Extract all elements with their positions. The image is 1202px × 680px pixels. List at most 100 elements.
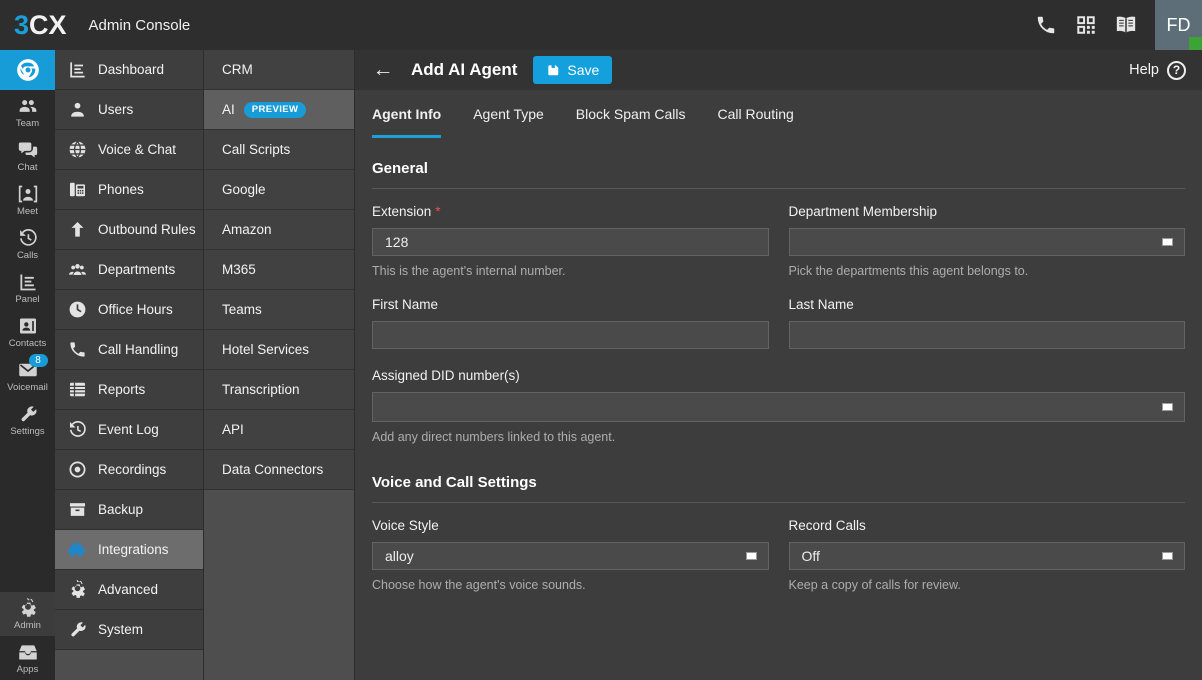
sidebar-item-recordings[interactable]: Recordings xyxy=(55,450,203,490)
submenu-item-label: API xyxy=(222,422,244,437)
rail-item-team[interactable]: Team xyxy=(0,90,55,134)
rail-item-admin-console[interactable] xyxy=(0,50,55,90)
sidebar-item-reports[interactable]: Reports xyxy=(55,370,203,410)
voice-style-select[interactable]: alloy xyxy=(372,542,769,570)
submenu-item-label: Data Connectors xyxy=(222,462,323,477)
submenu-item-hotel-services[interactable]: Hotel Services xyxy=(204,330,354,370)
submenu-item-crm[interactable]: CRM xyxy=(204,50,354,90)
chat-icon xyxy=(18,140,38,160)
submenu-item-m365[interactable]: M365 xyxy=(204,250,354,290)
record-calls-helper: Keep a copy of calls for review. xyxy=(789,578,1186,592)
save-button[interactable]: Save xyxy=(533,56,612,84)
rail-item-label: Chat xyxy=(17,162,37,173)
assigned-did-helper: Add any direct numbers linked to this ag… xyxy=(372,430,1185,444)
tab-bar: Agent Info Agent Type Block Spam Calls C… xyxy=(355,90,1202,138)
sidebar-item-users[interactable]: Users xyxy=(55,90,203,130)
last-name-label: Last Name xyxy=(789,297,1186,312)
sidebar-item-advanced[interactable]: Advanced xyxy=(55,570,203,610)
qr-code-icon[interactable] xyxy=(1075,14,1097,36)
sidebar-item-label: Office Hours xyxy=(98,302,173,317)
rail-item-admin[interactable]: Admin xyxy=(0,592,55,636)
online-status-indicator xyxy=(1189,37,1202,50)
gear-icon xyxy=(68,580,87,599)
department-membership-select[interactable] xyxy=(789,228,1186,256)
clock-icon xyxy=(68,300,87,319)
last-name-input[interactable] xyxy=(789,321,1186,349)
rail-item-label: Voicemail xyxy=(7,382,48,393)
rail-spacer xyxy=(0,442,55,592)
rail-item-settings[interactable]: Settings xyxy=(0,398,55,442)
rail-item-apps[interactable]: Apps xyxy=(0,636,55,680)
sidebar-item-voice-chat[interactable]: Voice & Chat xyxy=(55,130,203,170)
sidebar-item-label: Dashboard xyxy=(98,62,164,77)
tab-agent-type[interactable]: Agent Type xyxy=(473,90,544,138)
panel-icon xyxy=(18,272,38,292)
sidebar-item-phones[interactable]: Phones xyxy=(55,170,203,210)
arrow-up-icon xyxy=(68,220,87,239)
rail-item-meet[interactable]: Meet xyxy=(0,178,55,222)
record-calls-label: Record Calls xyxy=(789,518,1186,533)
voicemail-count-badge: 8 xyxy=(29,354,48,367)
extension-helper: This is the agent's internal number. xyxy=(372,264,769,278)
logo-3: 3 xyxy=(14,10,29,41)
assigned-did-select[interactable] xyxy=(372,392,1185,422)
sidebar-item-label: Users xyxy=(98,102,133,117)
sidebar-item-event-log[interactable]: Event Log xyxy=(55,410,203,450)
extension-input[interactable] xyxy=(372,228,769,256)
phone-icon[interactable] xyxy=(1035,14,1057,36)
rail-item-voicemail[interactable]: 8 Voicemail xyxy=(0,354,55,398)
help-button[interactable]: Help ? xyxy=(1129,61,1186,80)
sidebar-item-call-handling[interactable]: Call Handling xyxy=(55,330,203,370)
tab-call-routing[interactable]: Call Routing xyxy=(718,90,794,138)
record-calls-select[interactable]: Off xyxy=(789,542,1186,570)
submenu-item-data-connectors[interactable]: Data Connectors xyxy=(204,450,354,490)
tab-agent-info[interactable]: Agent Info xyxy=(372,90,441,138)
section-heading-voice-call-settings: Voice and Call Settings xyxy=(372,474,1185,503)
sidebar-item-departments[interactable]: Departments xyxy=(55,250,203,290)
submenu-item-google[interactable]: Google xyxy=(204,170,354,210)
extension-label: Extension* xyxy=(372,204,769,219)
dashboard-icon xyxy=(68,60,87,79)
dropdown-indicator-icon xyxy=(1162,238,1173,246)
submenu-item-amazon[interactable]: Amazon xyxy=(204,210,354,250)
people-group-icon xyxy=(68,260,87,279)
user-icon xyxy=(68,100,87,119)
submenu-item-transcription[interactable]: Transcription xyxy=(204,370,354,410)
desk-phone-icon xyxy=(68,180,87,199)
sidebar-item-label: System xyxy=(98,622,143,637)
avatar-initials: FD xyxy=(1167,15,1191,36)
sidebar-item-integrations[interactable]: Integrations xyxy=(55,530,203,570)
back-arrow-icon[interactable]: ← xyxy=(371,58,395,82)
rail-item-chat[interactable]: Chat xyxy=(0,134,55,178)
submenu-item-ai[interactable]: AI PREVIEW xyxy=(204,90,354,130)
sidebar-item-outbound-rules[interactable]: Outbound Rules xyxy=(55,210,203,250)
app-title: Admin Console xyxy=(89,17,191,34)
user-avatar[interactable]: FD xyxy=(1155,0,1202,50)
submenu-item-teams[interactable]: Teams xyxy=(204,290,354,330)
sidebar-filler xyxy=(55,650,203,680)
sidebar-item-dashboard[interactable]: Dashboard xyxy=(55,50,203,90)
required-asterisk: * xyxy=(435,204,440,219)
submenu-item-api[interactable]: API xyxy=(204,410,354,450)
submenu-item-call-scripts[interactable]: Call Scripts xyxy=(204,130,354,170)
dropdown-indicator-icon xyxy=(746,552,757,560)
rail-item-label: Meet xyxy=(17,206,38,217)
rail-item-label: Team xyxy=(16,118,39,129)
admin-sidebar: Dashboard Users Voice & Chat Phones Outb… xyxy=(55,50,204,680)
sidebar-item-backup[interactable]: Backup xyxy=(55,490,203,530)
rail-item-contacts[interactable]: Contacts xyxy=(0,310,55,354)
sidebar-item-office-hours[interactable]: Office Hours xyxy=(55,290,203,330)
first-name-input[interactable] xyxy=(372,321,769,349)
sidebar-item-system[interactable]: System xyxy=(55,610,203,650)
rail-item-panel[interactable]: Panel xyxy=(0,266,55,310)
user-manual-icon[interactable] xyxy=(1115,14,1137,36)
rail-item-calls[interactable]: Calls xyxy=(0,222,55,266)
tab-block-spam-calls[interactable]: Block Spam Calls xyxy=(576,90,686,138)
top-bar: 3CX Admin Console FD xyxy=(0,0,1202,50)
submenu-filler xyxy=(204,490,354,680)
3cx-logo[interactable]: 3CX xyxy=(14,10,67,41)
sidebar-item-label: Advanced xyxy=(98,582,158,597)
page-header: ← Add AI Agent Save Help ? xyxy=(355,50,1202,90)
department-membership-label: Department Membership xyxy=(789,204,1186,219)
voice-style-helper: Choose how the agent's voice sounds. xyxy=(372,578,769,592)
